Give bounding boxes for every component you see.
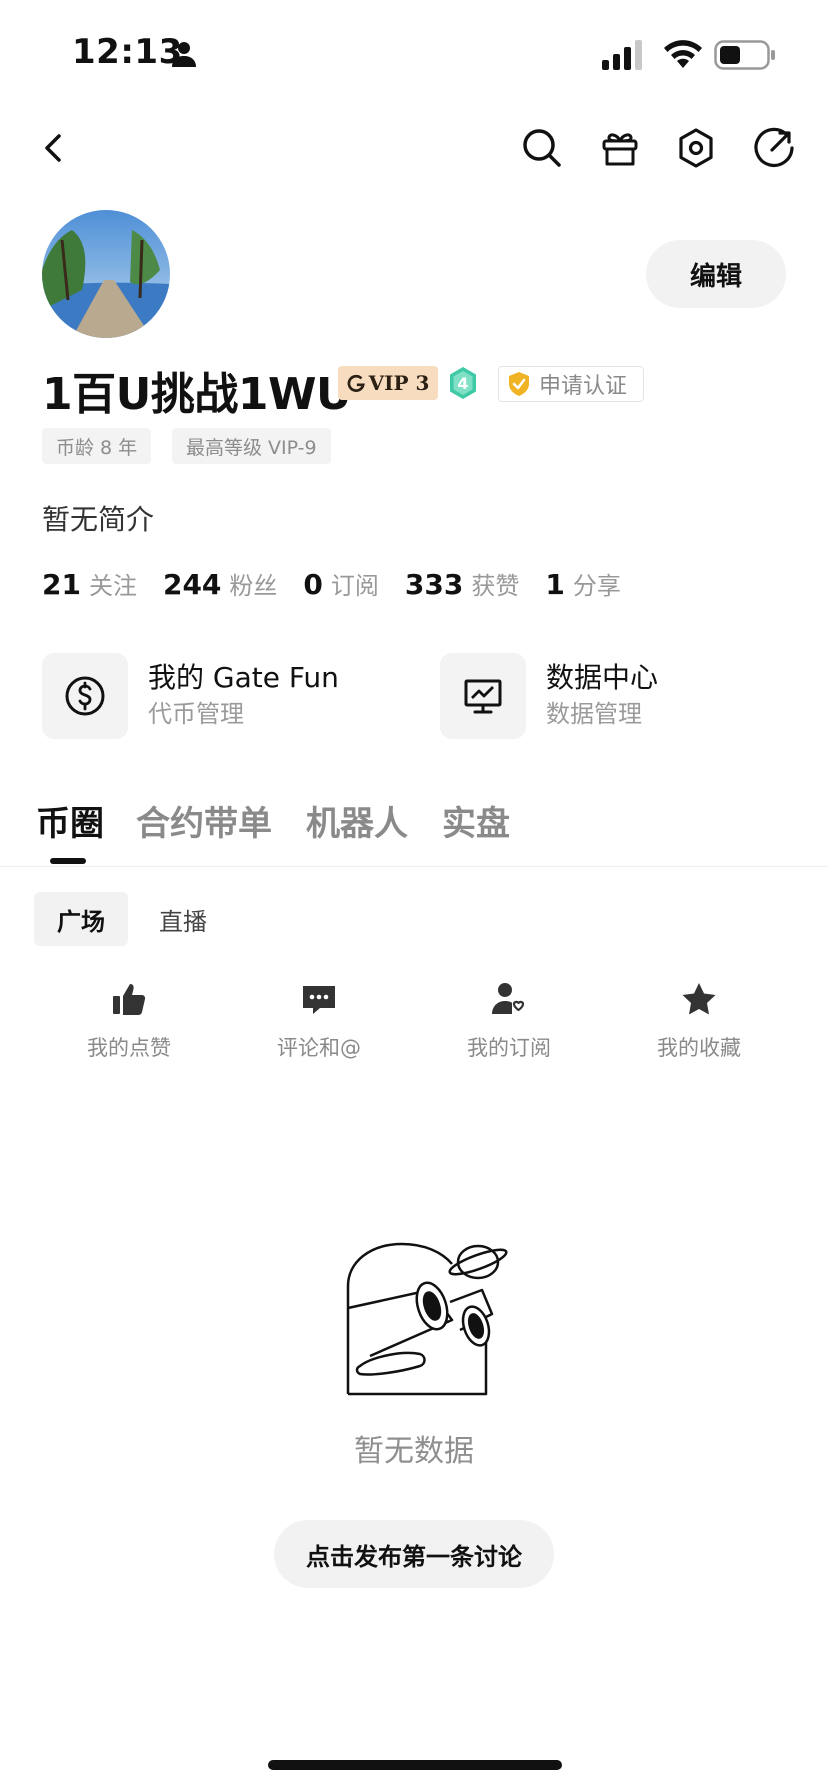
person-icon (170, 40, 198, 68)
telescope-illustration (340, 1236, 510, 1396)
monitor-chart-icon (440, 653, 526, 739)
bio: 暂无简介 (42, 503, 155, 536)
stat-label: 粉丝 (229, 572, 278, 600)
username: 1百U挑战1WU (42, 369, 352, 420)
stat-value: 1 (545, 568, 565, 601)
divider (0, 866, 828, 867)
verified-shield-icon (509, 372, 529, 396)
apply-verification-badge[interactable]: 申请认证 (498, 366, 644, 402)
post-first-discussion-button[interactable]: 点击发布第一条讨论 (274, 1520, 554, 1588)
search-icon[interactable] (518, 124, 566, 172)
stats-row: 21 关注 244 粉丝 0 订阅 333 获赞 1 分享 (42, 566, 647, 601)
wifi-icon (662, 38, 704, 70)
tab-coin-circle[interactable]: 币圈 (36, 796, 104, 845)
stat-likes[interactable]: 333 获赞 (405, 566, 519, 601)
stat-value: 244 (162, 568, 222, 601)
stat-following[interactable]: 21 关注 (42, 566, 137, 601)
tab-bots[interactable]: 机器人 (306, 796, 408, 845)
stat-label: 订阅 (330, 572, 379, 600)
cellular-signal-icon (602, 40, 646, 70)
avatar[interactable] (42, 210, 170, 338)
feature-title: 我的 Gate Fun (148, 660, 339, 694)
empty-state-text: 暂无数据 (354, 1434, 474, 1469)
stat-value: 21 (42, 568, 81, 601)
battery-icon (714, 40, 776, 70)
edit-profile-button[interactable]: 编辑 (646, 240, 786, 308)
my-subscriptions-shortcut[interactable]: 我的订阅 (434, 980, 584, 1062)
my-likes-shortcut[interactable]: 我的点赞 (54, 980, 204, 1062)
vip-badge[interactable]: VIP 3 (338, 366, 438, 400)
shortcut-label: 我的订阅 (467, 1036, 551, 1060)
feature-subtitle: 代币管理 (148, 700, 244, 729)
home-indicator[interactable] (268, 1760, 562, 1770)
star-icon (682, 983, 716, 1015)
shortcut-label: 评论和@ (277, 1036, 361, 1060)
gate-fun-card[interactable]: 我的 Gate Fun 代币管理 (42, 652, 339, 740)
vip-logo-icon (347, 374, 365, 392)
stat-shares[interactable]: 1 分享 (545, 566, 620, 601)
subtab-live[interactable]: 直播 (136, 892, 230, 946)
verify-label: 申请认证 (539, 374, 628, 399)
subscribe-user-icon (492, 983, 525, 1014)
back-arrow-icon[interactable] (30, 124, 78, 172)
comments-shortcut[interactable]: 评论和@ (244, 980, 394, 1062)
shortcut-label: 我的收藏 (657, 1036, 741, 1060)
stat-label: 关注 (88, 572, 137, 600)
data-center-card[interactable]: 数据中心 数据管理 (440, 652, 658, 740)
gift-icon[interactable] (596, 124, 644, 172)
tab-active-indicator (50, 858, 86, 864)
stat-label: 分享 (572, 572, 621, 600)
share-icon[interactable] (750, 124, 798, 172)
thumbs-up-icon (113, 984, 146, 1015)
feature-subtitle: 数据管理 (546, 700, 642, 729)
status-time: 12:13 (72, 32, 183, 72)
stat-subscriptions[interactable]: 0 订阅 (303, 566, 378, 601)
feature-title: 数据中心 (546, 660, 659, 694)
settings-hexagon-icon[interactable] (672, 124, 720, 172)
comment-icon (303, 986, 335, 1014)
stat-label: 获赞 (471, 572, 520, 600)
stat-followers[interactable]: 244 粉丝 (163, 566, 277, 601)
highest-level-tag: 最高等级 VIP-9 (172, 428, 331, 464)
stat-value: 0 (303, 568, 323, 601)
shortcut-label: 我的点赞 (87, 1036, 171, 1060)
level-badge[interactable]: 4 (448, 366, 478, 400)
stat-value: 333 (404, 568, 464, 601)
my-favorites-shortcut[interactable]: 我的收藏 (624, 980, 774, 1062)
dollar-circle-icon (42, 653, 128, 739)
account-age-tag: 币龄 8 年 (42, 428, 152, 464)
tab-live-trading[interactable]: 实盘 (442, 796, 510, 845)
level-number: 4 (457, 373, 469, 393)
vip-label: VIP 3 (368, 371, 430, 395)
tab-copy-trading[interactable]: 合约带单 (136, 796, 272, 845)
subtab-square[interactable]: 广场 (34, 892, 128, 946)
